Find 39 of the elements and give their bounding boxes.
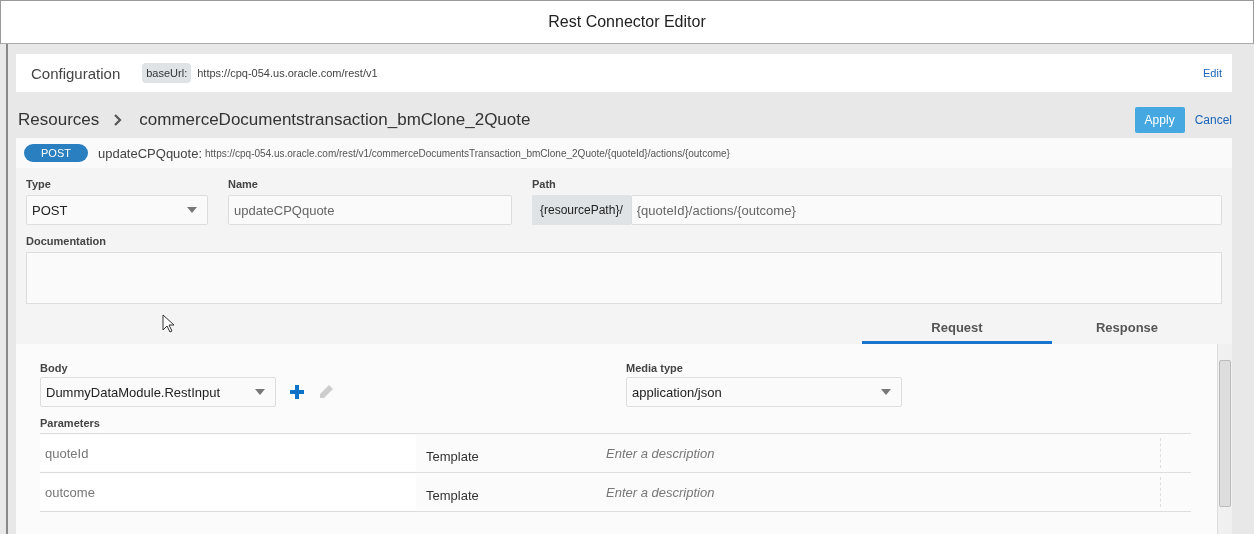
description-field[interactable]: Enter a description <box>606 477 1161 507</box>
resource-name: updateCPQquote: <box>97 145 203 161</box>
parameter-name-field[interactable]: outcome <box>40 474 416 510</box>
dropdown-caret-icon <box>255 389 265 395</box>
parameters-label: Parameters <box>40 417 100 429</box>
parameter-type: Template <box>426 447 480 464</box>
documentation-field[interactable] <box>26 252 1222 304</box>
base-url-text: https://cpq-054.us.oracle.com/rest/v1 <box>197 67 378 79</box>
breadcrumb-root[interactable]: Resources <box>18 110 100 130</box>
body-dropdown[interactable]: DummyDataModule.RestInput <box>40 377 276 407</box>
add-icon[interactable] <box>290 385 304 399</box>
tab[interactable]: Response <box>1052 320 1202 344</box>
edit-link[interactable]: Edit <box>1203 67 1222 79</box>
body-label: Body <box>40 362 68 374</box>
type-label: Type <box>26 178 51 190</box>
base-url-label: baseUrl: <box>142 63 192 83</box>
name-label: Name <box>228 178 258 190</box>
window-title: Rest Connector Editor <box>548 13 706 31</box>
configuration-label: Configuration <box>31 64 121 82</box>
media-type-label: Media type <box>626 362 683 374</box>
parameter-type: Template <box>426 486 480 503</box>
breadcrumb-current: commerceDocumentstransaction_bmClone_2Quote <box>139 110 531 130</box>
resource-url: https://cpq-054.us.oracle.com/rest/v1/commerceDocumentsTransaction_bmClone_2Quote/{quoteId}/actions/{outcome} <box>205 147 730 159</box>
method-badge: POST <box>24 144 88 162</box>
dropdown-caret-icon <box>187 207 197 213</box>
description-field[interactable]: Enter a description <box>606 438 1161 468</box>
dropdown-caret-icon <box>881 389 891 395</box>
path-field[interactable]: {quoteId}/actions/{outcome} <box>630 195 1222 225</box>
cancel-link[interactable]: Cancel <box>1194 113 1232 127</box>
type-dropdown[interactable]: POST <box>26 195 208 225</box>
path-prefix: {resourcePath}/ <box>532 195 631 225</box>
parameter-name-field[interactable]: quoteId <box>40 435 416 471</box>
path-label: Path <box>532 178 556 190</box>
documentation-label: Documentation <box>26 235 107 247</box>
media-type-dropdown[interactable]: application/json <box>626 377 902 407</box>
name-field[interactable]: updateCPQquote <box>228 195 512 225</box>
mouse-pointer-icon <box>162 313 174 333</box>
scrollbar[interactable] <box>1217 344 1232 534</box>
chevron-right-icon <box>113 113 124 127</box>
